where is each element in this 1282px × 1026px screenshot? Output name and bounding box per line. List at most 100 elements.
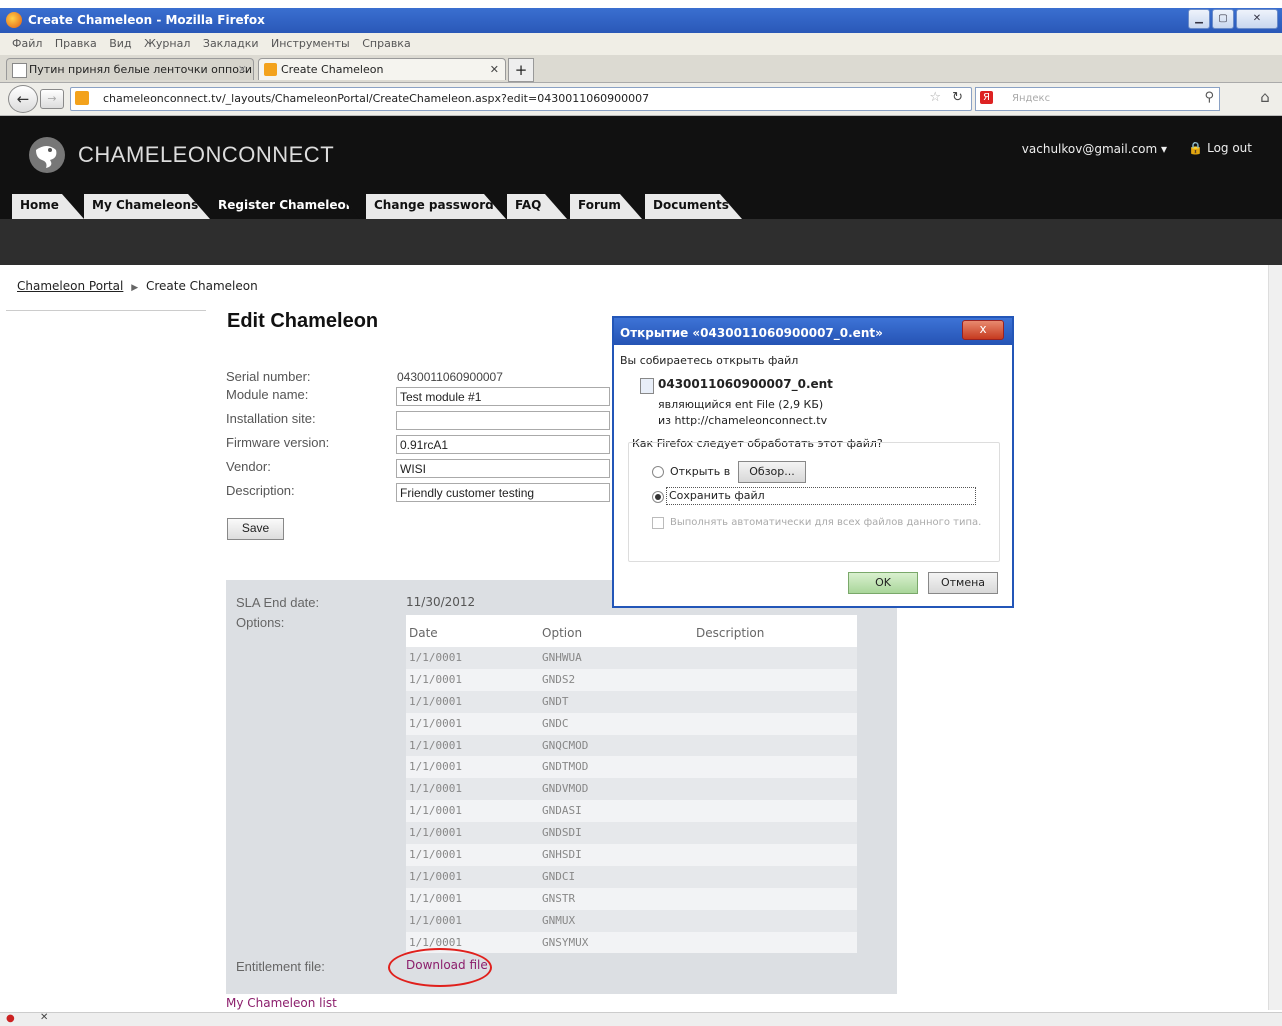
row-date: 1/1/0001	[409, 782, 462, 796]
site-icon	[75, 91, 89, 105]
highlight-circle-annotation	[388, 948, 492, 987]
table-row: 1/1/0001 GNDT	[406, 690, 857, 713]
table-row: 1/1/0001 GNSYMUX	[406, 931, 857, 954]
row-option: GNSYMUX	[542, 935, 589, 949]
url-bar[interactable]: chameleonconnect.tv/_layouts/ChameleonPo…	[70, 87, 972, 111]
user-menu[interactable]: vachulkov@gmail.com ▾	[1022, 142, 1167, 156]
cancel-button[interactable]: Отмена	[928, 572, 998, 594]
row-option: GNHWUA	[542, 651, 582, 664]
search-placeholder: Яндекс	[1012, 93, 1051, 104]
window-title: Create Chameleon - Mozilla Firefox	[28, 13, 265, 27]
dialog-close-icon[interactable]: x	[962, 320, 1004, 340]
row-date: 1/1/0001	[409, 804, 462, 818]
row-date: 1/1/0001	[409, 760, 462, 774]
row-date: 1/1/0001	[409, 913, 462, 927]
table-row: 1/1/0001 GNHSDI	[406, 844, 857, 866]
menu-bar: Файл Правка Вид Журнал Закладки Инструме…	[0, 33, 1282, 55]
save-file-focus: Сохранить файл	[666, 487, 976, 505]
breadcrumb-current: Create Chameleon	[145, 279, 258, 293]
home-icon[interactable]: ⌂	[1254, 88, 1276, 108]
chameleon-logo-icon	[29, 137, 65, 173]
tab-register-chameleon[interactable]: Register Chameleon	[210, 194, 360, 219]
window-titlebar: Create Chameleon - Mozilla Firefox ▁ ▢ ✕	[0, 8, 1282, 33]
row-option: GNDCI	[542, 869, 576, 883]
menu-edit[interactable]: Правка	[55, 33, 97, 55]
browse-button[interactable]: Обзор...	[738, 461, 806, 483]
page-icon	[12, 63, 27, 78]
tab-forum[interactable]: Forum	[570, 194, 642, 219]
open-file-dialog: Открытие «0430011060900007_0.ent» x Вы с…	[612, 316, 1014, 608]
tab-my-chameleons[interactable]: My Chameleons	[84, 194, 210, 219]
open-with-radio[interactable]	[652, 466, 664, 478]
close-tab-icon[interactable]: ✕	[490, 59, 499, 80]
options-table: Date Option Description 1/1/0001 GNHWUA 1/…	[406, 615, 857, 954]
tab-documents[interactable]: Documents	[645, 194, 742, 219]
installation-site-field[interactable]	[396, 411, 610, 430]
breadcrumb-separator-icon: ▶	[131, 283, 139, 293]
menu-history[interactable]: Журнал	[144, 33, 190, 55]
description-field[interactable]: Friendly customer testing	[396, 483, 610, 502]
site-header: CHAMELEONCONNECT vachulkov@gmail.com ▾ 🔒…	[0, 116, 1282, 219]
menu-bookmarks[interactable]: Закладки	[203, 33, 259, 55]
new-tab-button[interactable]: +	[508, 58, 534, 82]
row-option: GNDSDI	[542, 826, 582, 840]
vendor-label: Vendor:	[226, 459, 271, 474]
breadcrumb-root-link[interactable]: Chameleon Portal	[17, 279, 123, 293]
entitlement-file-label: Entitlement file:	[236, 959, 325, 974]
row-option: GNDTMOD	[542, 760, 589, 774]
dialog-filename: 0430011060900007_0.ent	[658, 377, 833, 391]
close-window-icon[interactable]: ✕	[1236, 9, 1278, 29]
page-title: Edit Chameleon	[227, 310, 379, 332]
forward-icon[interactable]: →	[40, 89, 64, 109]
close-tab-icon[interactable]: ✕	[238, 59, 247, 80]
firmware-version-label: Firmware version:	[226, 435, 330, 450]
table-row: 1/1/0001 GNDC	[406, 712, 857, 735]
search-icon[interactable]: ⚲	[1204, 90, 1214, 105]
vendor-field[interactable]: WISI	[396, 459, 610, 478]
menu-help[interactable]: Справка	[362, 33, 410, 55]
row-date: 1/1/0001	[409, 738, 462, 752]
row-date: 1/1/0001	[409, 848, 462, 862]
page-scrollbar[interactable]	[1268, 265, 1282, 1010]
sub-navigation-bar	[0, 219, 1282, 265]
row-option: GNQCMOD	[542, 738, 589, 752]
menu-view[interactable]: Вид	[109, 33, 131, 55]
auto-checkbox[interactable]	[652, 517, 664, 529]
table-row: 1/1/0001 GNDS2	[406, 668, 857, 691]
menu-tools[interactable]: Инструменты	[271, 33, 350, 55]
dialog-title: Открытие «0430011060900007_0.ent»	[614, 318, 1012, 345]
bookmark-star-icon[interactable]: ☆	[929, 90, 941, 105]
save-file-radio[interactable]	[652, 491, 664, 503]
addon-icon[interactable]: ●	[6, 1013, 15, 1024]
menu-file[interactable]: Файл	[12, 33, 42, 55]
table-row: 1/1/0001 GNQCMOD	[406, 734, 857, 757]
close-addon-bar-icon[interactable]: ✕	[40, 1012, 48, 1023]
my-chameleon-list-link[interactable]: My Chameleon list	[226, 996, 337, 1010]
table-row: 1/1/0001 GNMUX	[406, 909, 857, 932]
minimize-icon[interactable]: ▁	[1188, 9, 1210, 29]
maximize-icon[interactable]: ▢	[1212, 9, 1234, 29]
firmware-version-field[interactable]: 0.91rcA1	[396, 435, 610, 454]
row-date: 1/1/0001	[409, 694, 462, 708]
logout-link[interactable]: 🔒 Log out	[1188, 141, 1252, 155]
row-option: GNSTR	[542, 891, 576, 905]
save-button[interactable]: Save	[227, 518, 284, 540]
browser-tab-create-chameleon[interactable]: Create Chameleon ✕	[258, 58, 506, 80]
options-table-body: 1/1/0001 GNHWUA 1/1/0001 GNDS2 1/1/0001 GNDT 1…	[406, 647, 857, 954]
row-option: GNDT	[542, 694, 569, 708]
chevron-down-icon: ▾	[1160, 142, 1167, 156]
reload-icon[interactable]: ↻	[952, 90, 963, 105]
tab-faq[interactable]: FAQ	[507, 194, 567, 219]
table-row: 1/1/0001 GNHWUA	[406, 647, 857, 669]
column-header-date: Date	[409, 626, 438, 640]
open-with-label: Открыть в	[670, 465, 731, 478]
ok-button[interactable]: OK	[848, 572, 918, 594]
back-icon[interactable]: ←	[8, 85, 38, 113]
tab-change-password[interactable]: Change password	[366, 194, 506, 219]
tab-home[interactable]: Home	[12, 194, 84, 219]
browser-tab-news[interactable]: Путин принял белые ленточки оппози... ✕	[6, 58, 254, 80]
dialog-file-source: из http://chameleonconnect.tv	[658, 414, 828, 427]
module-name-field[interactable]: Test module #1	[396, 387, 610, 406]
search-box[interactable]: Я Яндекс ⚲	[975, 87, 1220, 111]
row-option: GNDVMOD	[542, 782, 589, 796]
